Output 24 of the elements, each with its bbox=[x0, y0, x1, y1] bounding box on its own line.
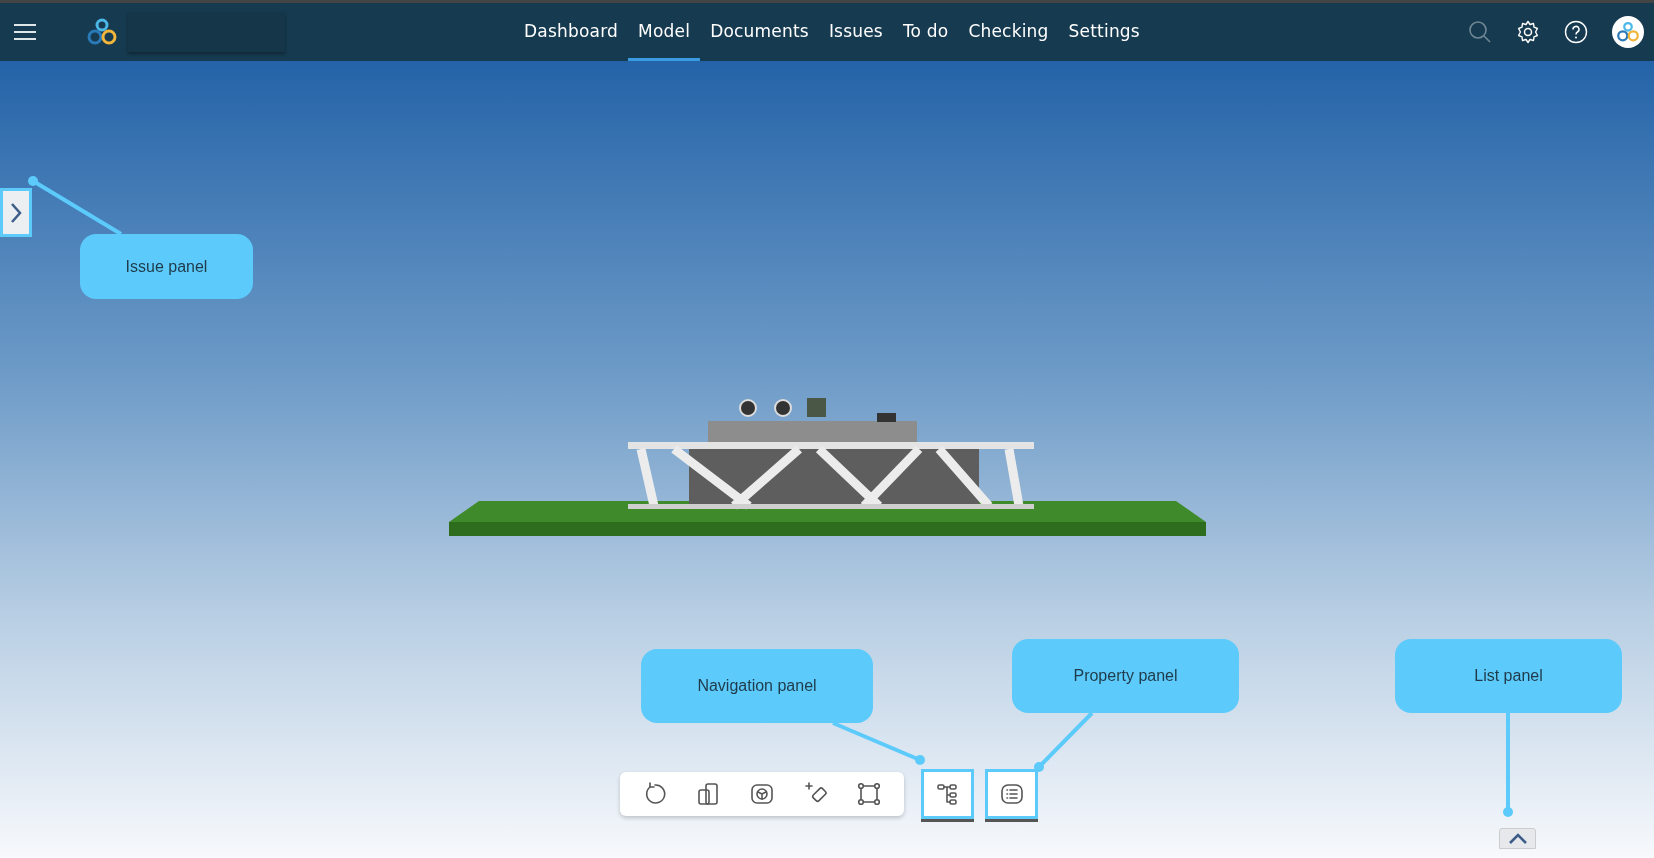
property-list-button[interactable] bbox=[985, 769, 1038, 819]
nav-tab[interactable]: Issues bbox=[818, 3, 893, 61]
settings-icon[interactable] bbox=[1516, 20, 1540, 44]
callout-label: Navigation panel bbox=[641, 649, 873, 723]
nav-tab[interactable]: Checking bbox=[958, 3, 1059, 61]
bounding-box-icon[interactable] bbox=[856, 781, 883, 807]
list-icon bbox=[998, 781, 1025, 807]
menu-icon[interactable] bbox=[14, 24, 36, 40]
nav-tab[interactable]: To do bbox=[892, 3, 959, 61]
callout-label: Issue panel bbox=[80, 234, 253, 299]
panel-toggle-button[interactable] bbox=[0, 188, 32, 237]
leader-line bbox=[1034, 711, 1094, 772]
callout-label: List panel bbox=[1395, 639, 1622, 713]
search-icon[interactable] bbox=[1468, 20, 1492, 44]
list-panel-toggle[interactable] bbox=[1499, 828, 1536, 849]
user-avatar[interactable] bbox=[1612, 16, 1644, 48]
cube-icon[interactable] bbox=[749, 781, 775, 807]
navigation-tree-button[interactable] bbox=[921, 769, 974, 819]
callout-label: Property panel bbox=[1012, 639, 1239, 713]
help-icon[interactable] bbox=[1564, 20, 1588, 44]
nav-tab[interactable]: Documents bbox=[700, 3, 819, 61]
logo-icon bbox=[1616, 20, 1640, 44]
nav-tab[interactable]: Dashboard bbox=[514, 3, 629, 61]
nav-tab[interactable]: Settings bbox=[1058, 3, 1150, 61]
